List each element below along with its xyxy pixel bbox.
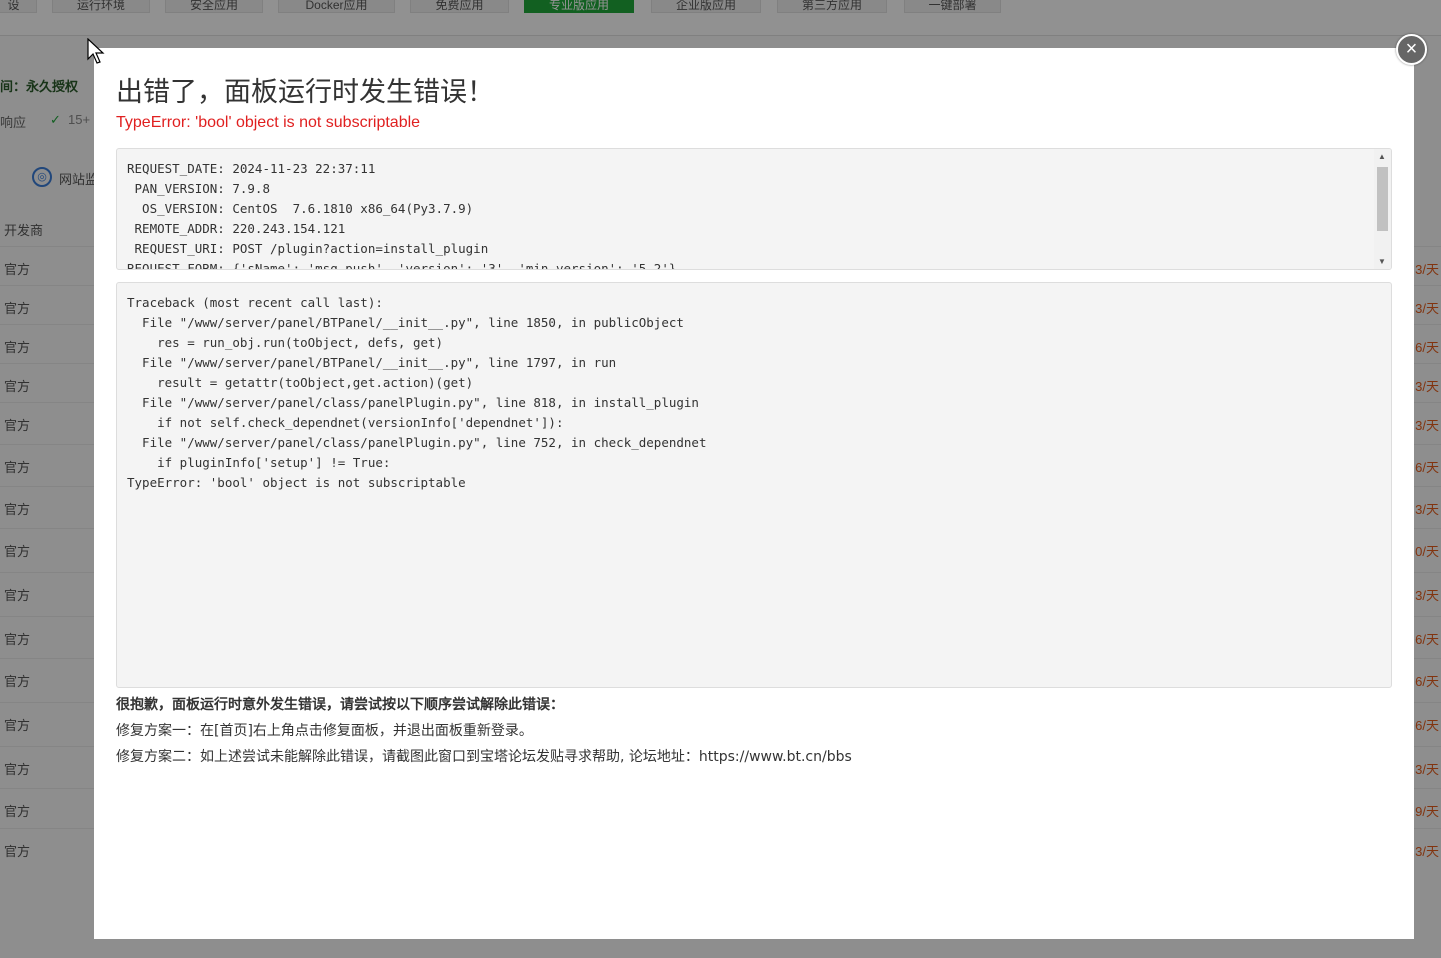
- fix-option-one: 修复方案一：在[首页]右上角点击修复面板，并退出面板重新登录。: [116, 723, 533, 739]
- apology-text: 很抱歉，面板运行时意外发生错误，请尝试按以下顺序尝试解除此错误：: [116, 697, 564, 713]
- traceback-line: if pluginInfo['setup'] != True:: [127, 455, 391, 470]
- request-info-line: REQUEST_DATE: 2024-11-23 22:37:11: [127, 161, 376, 176]
- traceback-line: File "/www/server/panel/class/panelPlugi…: [127, 435, 707, 450]
- traceback-line: File "/www/server/panel/class/panelPlugi…: [127, 395, 699, 410]
- traceback-line: TypeError: 'bool' object is not subscrip…: [127, 475, 466, 490]
- traceback-line: Traceback (most recent call last):: [127, 295, 383, 310]
- request-info-line: REQUEST_URI: POST /plugin?action=install…: [127, 241, 489, 256]
- error-dialog: 出错了，面板运行时发生错误！ TypeError: 'bool' object …: [94, 48, 1414, 939]
- scroll-up-arrow-icon[interactable]: ▲: [1378, 152, 1386, 161]
- request-info-scrollbar[interactable]: ▲ ▼: [1374, 149, 1391, 269]
- dialog-title: 出错了，面板运行时发生错误！: [116, 77, 494, 108]
- traceback-line: File "/www/server/panel/BTPanel/__init__…: [127, 355, 617, 370]
- close-icon[interactable]: ×: [1396, 34, 1427, 65]
- request-info-line: REMOTE_ADDR: 220.243.154.121: [127, 221, 346, 236]
- scroll-down-arrow-icon[interactable]: ▼: [1378, 257, 1386, 266]
- traceback-line: File "/www/server/panel/BTPanel/__init__…: [127, 315, 684, 330]
- request-info-box[interactable]: REQUEST_DATE: 2024-11-23 22:37:11 PAN_VE…: [116, 148, 1392, 270]
- error-summary: TypeError: 'bool' object is not subscrip…: [116, 114, 421, 131]
- traceback-line: if not self.check_dependnet(versionInfo[…: [127, 415, 564, 430]
- request-info-line: REQUEST_FORM: {'sName': 'msg_push', 'ver…: [127, 261, 677, 270]
- request-info-line: PAN_VERSION: 7.9.8: [127, 181, 270, 196]
- traceback-box[interactable]: Traceback (most recent call last): File …: [116, 282, 1392, 688]
- scrollbar-thumb[interactable]: [1377, 167, 1388, 231]
- request-info-line: OS_VERSION: CentOS 7.6.1810 x86_64(Py3.7…: [127, 201, 474, 216]
- traceback-line: result = getattr(toObject,get.action)(ge…: [127, 375, 474, 390]
- fix-option-two: 修复方案二：如上述尝试未能解除此错误，请截图此窗口到宝塔论坛发贴寻求帮助, 论坛…: [116, 749, 852, 765]
- traceback-line: res = run_obj.run(toObject, defs, get): [127, 335, 444, 350]
